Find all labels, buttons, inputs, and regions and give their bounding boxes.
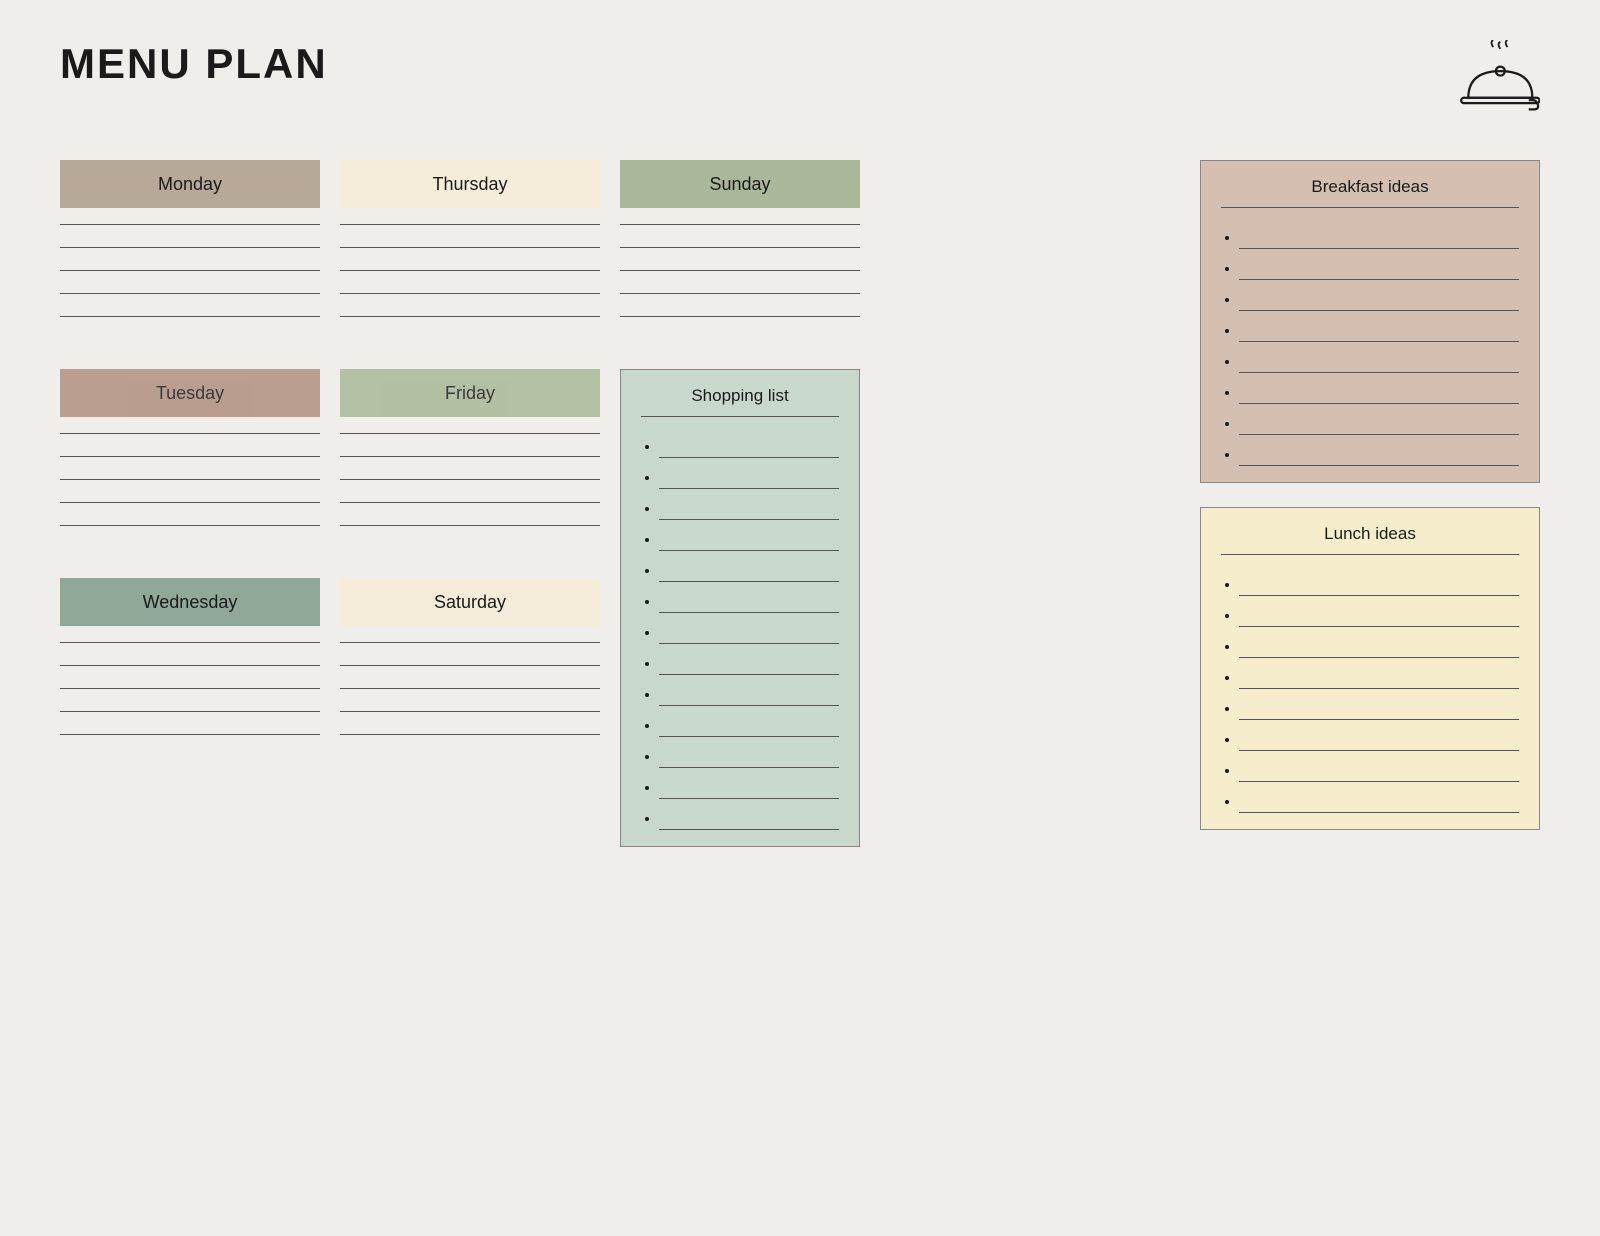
lunch-item xyxy=(1239,751,1519,782)
shopping-item xyxy=(659,613,839,644)
shopping-item xyxy=(659,799,839,830)
lunch-item xyxy=(1239,596,1519,627)
tuesday-label: Tuesday xyxy=(60,369,320,417)
lunch-item xyxy=(1239,627,1519,658)
wednesday-label: Wednesday xyxy=(60,578,320,626)
friday-line-4 xyxy=(340,502,600,503)
thursday-line-4 xyxy=(340,293,600,294)
thursday-section: Thursday xyxy=(340,160,600,339)
monday-section: Monday xyxy=(60,160,320,339)
friday-line-3 xyxy=(340,479,600,480)
lunch-ideas-title: Lunch ideas xyxy=(1221,524,1519,555)
thursday-line-3 xyxy=(340,270,600,271)
shopping-item xyxy=(659,706,839,737)
monday-line-5 xyxy=(60,316,320,317)
chef-icon xyxy=(1450,40,1540,120)
tuesday-section: Tuesday xyxy=(60,369,320,548)
lunch-item xyxy=(1239,782,1519,813)
column-2: Thursday Friday xyxy=(340,160,600,847)
saturday-line-5 xyxy=(340,734,600,735)
shopping-list-box: Shopping list xyxy=(620,369,860,847)
column-3: Sunday Shopping list xyxy=(620,160,860,847)
tuesday-line-4 xyxy=(60,502,320,503)
lunch-item xyxy=(1239,689,1519,720)
wednesday-line-1 xyxy=(60,642,320,643)
wednesday-line-2 xyxy=(60,665,320,666)
breakfast-item xyxy=(1239,342,1519,373)
sunday-label: Sunday xyxy=(620,160,860,208)
shopping-item xyxy=(659,427,839,458)
shopping-item xyxy=(659,644,839,675)
days-grid: Monday Tuesday xyxy=(60,160,1176,847)
right-column: Breakfast ideas Lunch ideas xyxy=(1200,160,1540,847)
lunch-item xyxy=(1239,565,1519,596)
thursday-line-5 xyxy=(340,316,600,317)
friday-line-1 xyxy=(340,433,600,434)
shopping-item xyxy=(659,458,839,489)
friday-line-5 xyxy=(340,525,600,526)
monday-line-1 xyxy=(60,224,320,225)
monday-label: Monday xyxy=(60,160,320,208)
saturday-label: Saturday xyxy=(340,578,600,626)
breakfast-ideas-title: Breakfast ideas xyxy=(1221,177,1519,208)
column-1: Monday Tuesday xyxy=(60,160,320,847)
breakfast-item xyxy=(1239,404,1519,435)
breakfast-ideas-box: Breakfast ideas xyxy=(1200,160,1540,483)
main-layout: Monday Tuesday xyxy=(60,160,1540,847)
tuesday-line-5 xyxy=(60,525,320,526)
friday-section: Friday xyxy=(340,369,600,548)
shopping-list-title: Shopping list xyxy=(641,386,839,417)
tuesday-line-3 xyxy=(60,479,320,480)
shopping-item xyxy=(659,489,839,520)
saturday-line-4 xyxy=(340,711,600,712)
shopping-item xyxy=(659,768,839,799)
friday-label: Friday xyxy=(340,369,600,417)
monday-line-3 xyxy=(60,270,320,271)
sunday-line-1 xyxy=(620,224,860,225)
lunch-ideas-list xyxy=(1221,565,1519,813)
lunch-ideas-box: Lunch ideas xyxy=(1200,507,1540,830)
breakfast-item xyxy=(1239,280,1519,311)
lunch-item xyxy=(1239,720,1519,751)
breakfast-ideas-list xyxy=(1221,218,1519,466)
saturday-line-2 xyxy=(340,665,600,666)
lunch-item xyxy=(1239,658,1519,689)
shopping-item xyxy=(659,737,839,768)
monday-line-2 xyxy=(60,247,320,248)
wednesday-line-4 xyxy=(60,711,320,712)
saturday-section: Saturday xyxy=(340,578,600,757)
thursday-line-2 xyxy=(340,247,600,248)
page-title: MENU PLAN xyxy=(60,40,328,88)
tuesday-line-1 xyxy=(60,433,320,434)
thursday-line-1 xyxy=(340,224,600,225)
shopping-item xyxy=(659,675,839,706)
shopping-item xyxy=(659,551,839,582)
wednesday-section: Wednesday xyxy=(60,578,320,757)
sunday-line-3 xyxy=(620,270,860,271)
tuesday-line-2 xyxy=(60,456,320,457)
saturday-line-1 xyxy=(340,642,600,643)
breakfast-item xyxy=(1239,218,1519,249)
thursday-label: Thursday xyxy=(340,160,600,208)
saturday-line-3 xyxy=(340,688,600,689)
sunday-section: Sunday xyxy=(620,160,860,339)
shopping-item xyxy=(659,520,839,551)
breakfast-item xyxy=(1239,311,1519,342)
breakfast-item xyxy=(1239,373,1519,404)
sunday-line-5 xyxy=(620,316,860,317)
breakfast-item xyxy=(1239,435,1519,466)
sunday-line-2 xyxy=(620,247,860,248)
sunday-line-4 xyxy=(620,293,860,294)
wednesday-line-3 xyxy=(60,688,320,689)
shopping-list xyxy=(641,427,839,830)
wednesday-line-5 xyxy=(60,734,320,735)
shopping-item xyxy=(659,582,839,613)
friday-line-2 xyxy=(340,456,600,457)
breakfast-item xyxy=(1239,249,1519,280)
monday-line-4 xyxy=(60,293,320,294)
